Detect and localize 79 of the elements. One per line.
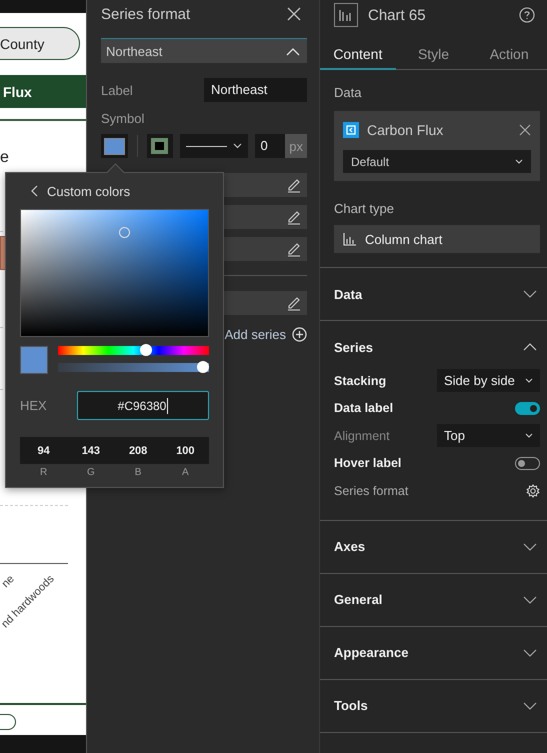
caret-icon	[525, 433, 533, 438]
section-caption: Data	[334, 85, 362, 100]
line-style-select[interactable]	[180, 134, 248, 158]
section-header[interactable]: General	[320, 574, 547, 626]
pencil-icon[interactable]	[286, 177, 302, 193]
chevron-up-icon	[286, 46, 300, 56]
channel-input[interactable]: 208	[114, 437, 162, 464]
panel-title: Series format	[101, 6, 190, 22]
setting-select[interactable]: Side by side	[437, 369, 540, 392]
pencil-icon[interactable]	[286, 209, 302, 225]
help-icon[interactable]	[519, 7, 535, 23]
line-width-input[interactable]: 0	[254, 134, 286, 158]
channel-label: G	[86, 467, 96, 478]
setting-label: Alignment	[334, 428, 390, 443]
data-source-name: Carbon Flux	[367, 122, 444, 138]
chart-type-button[interactable]: Column chart	[334, 225, 540, 253]
channel-input[interactable]: 94	[20, 437, 68, 464]
view-select[interactable]: Default	[343, 150, 531, 173]
channel-label: R	[39, 467, 48, 478]
pencil-icon[interactable]	[286, 241, 302, 257]
pencil-icon[interactable]	[286, 295, 302, 311]
back-icon[interactable]	[30, 185, 38, 197]
setting-label: Series format	[334, 484, 408, 498]
layer-icon	[343, 122, 359, 138]
axis-label: ne	[0, 573, 16, 590]
widget-title: Chart 65	[368, 6, 427, 24]
section-header[interactable]: Appearance	[320, 626, 547, 678]
field-label: Symbol	[101, 111, 146, 126]
title-bar-text: Flux	[3, 84, 32, 100]
remove-icon[interactable]	[519, 124, 531, 136]
close-icon[interactable]	[287, 7, 301, 21]
setting-label: Hover label	[334, 456, 402, 470]
chevron-up-icon	[523, 343, 537, 351]
caret-icon	[525, 378, 533, 384]
chevron-down-icon	[523, 596, 537, 604]
slider-handle[interactable]	[140, 344, 152, 356]
saturation-field[interactable]	[20, 209, 209, 337]
channel-label: B	[134, 467, 142, 478]
hex-label: HEX	[20, 398, 47, 413]
picker-handle[interactable]	[119, 227, 130, 238]
add-series-link[interactable]: Add series	[224, 327, 286, 342]
hex-input[interactable]: #C96380	[77, 391, 209, 420]
chevron-down-icon	[523, 702, 537, 710]
series-accordion-header[interactable]: Northeast	[101, 38, 307, 63]
column-chart-icon	[334, 3, 358, 27]
tab[interactable]: Content	[320, 42, 396, 70]
chart-title: e	[0, 149, 9, 167]
channel-input[interactable]: 100	[162, 437, 209, 464]
color-swatch[interactable]	[101, 134, 128, 158]
toggle-switch[interactable]	[515, 402, 540, 415]
popover-title: Custom colors	[47, 184, 130, 198]
caret-icon	[515, 159, 523, 164]
toggle-switch[interactable]	[515, 456, 540, 470]
section-caption: Chart type	[334, 201, 395, 216]
outline-swatch[interactable]	[146, 134, 174, 158]
settings-icon[interactable]	[526, 484, 540, 498]
tab[interactable]: Style	[396, 42, 472, 69]
label-input[interactable]: Northeast	[204, 78, 307, 102]
filter-chip[interactable]: County	[0, 27, 80, 60]
section-header[interactable]: Axes	[320, 520, 547, 572]
chevron-down-icon	[523, 648, 537, 656]
current-color-swatch	[20, 346, 48, 374]
section-header[interactable]: Data	[320, 268, 547, 320]
field-label: Label	[101, 82, 133, 98]
opacity-slider[interactable]	[58, 361, 209, 373]
column-chart-icon	[343, 232, 357, 246]
tab[interactable]: Action	[471, 42, 547, 69]
channel-label: A	[181, 467, 190, 478]
setting-label: Stacking	[334, 374, 386, 388]
setting-label: Data label	[334, 401, 394, 416]
hue-slider[interactable]	[58, 344, 209, 356]
chevron-down-icon	[523, 542, 537, 550]
chevron-down-icon	[523, 290, 537, 298]
channel-input[interactable]: 143	[67, 437, 114, 464]
add-icon[interactable]	[292, 327, 307, 342]
unit-label: px	[285, 134, 307, 158]
slider-handle[interactable]	[197, 361, 209, 373]
caret-icon	[232, 143, 242, 149]
section-header[interactable]: Tools	[320, 680, 547, 732]
